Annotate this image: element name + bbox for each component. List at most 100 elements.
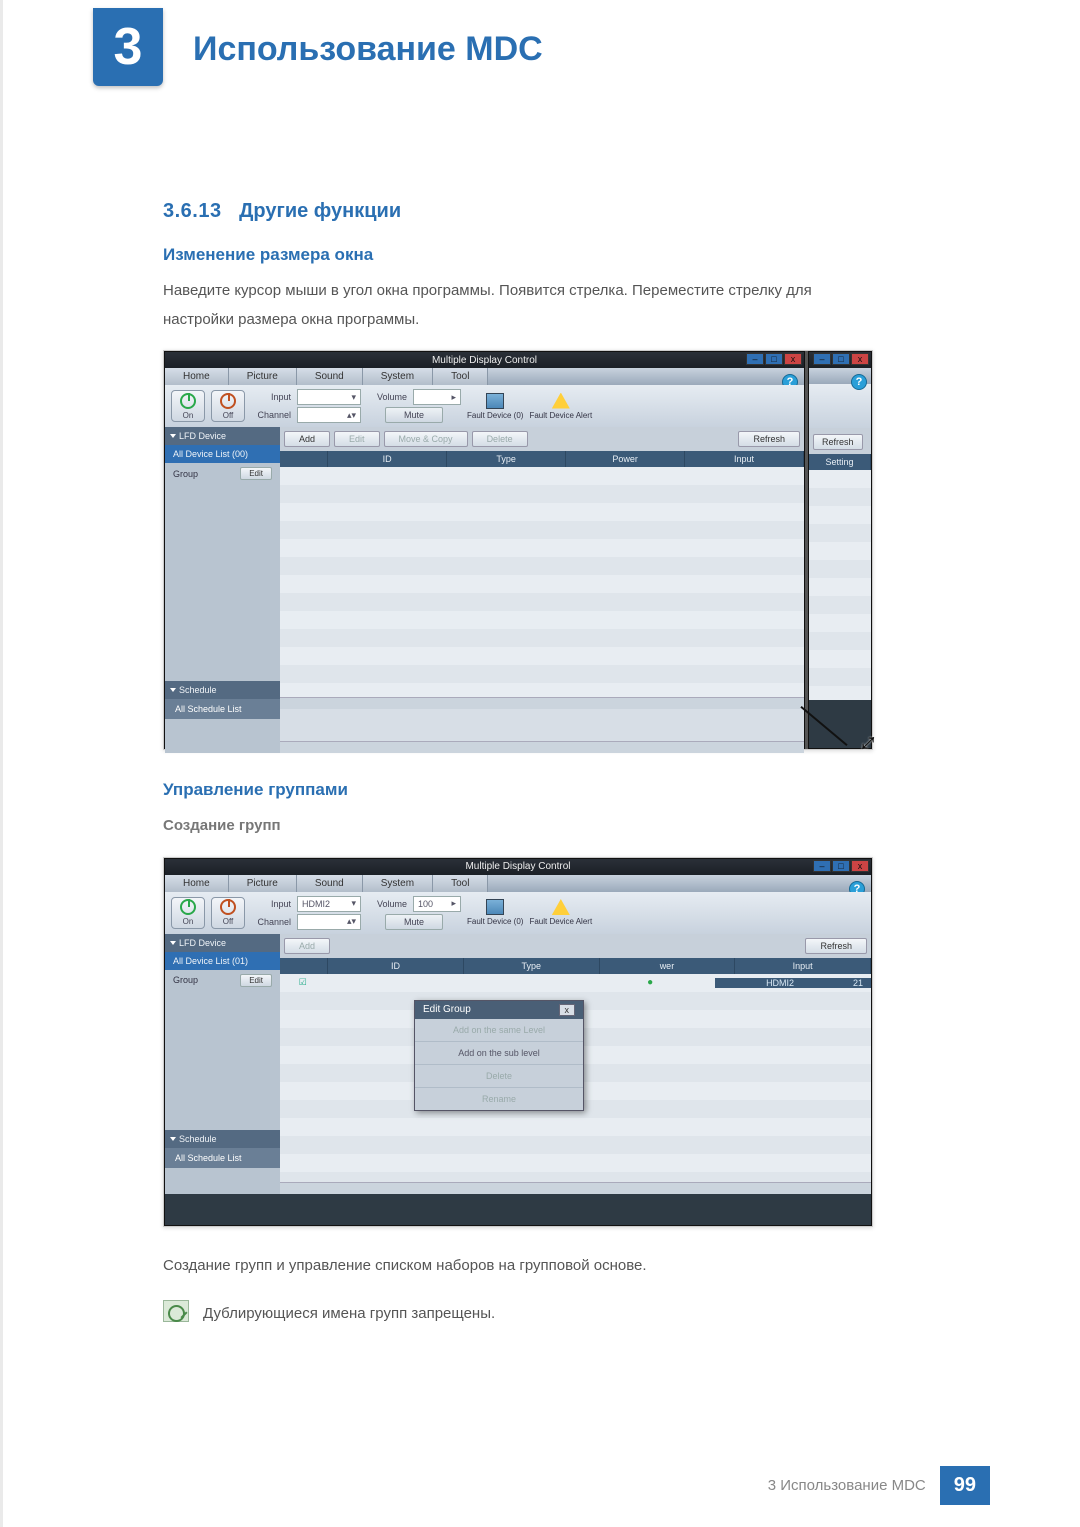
col-type: Type: [447, 451, 566, 467]
cell-power: ●: [585, 977, 715, 988]
app-window: Multiple Display Control – □ x Home Pict…: [164, 351, 805, 749]
chevron-right-icon: ▸: [451, 898, 456, 909]
edit-group-popup: Edit Group x Add on the same Level Add on…: [414, 1000, 584, 1111]
edit-button[interactable]: Edit: [334, 431, 380, 447]
power-on-button[interactable]: On: [171, 897, 205, 929]
tab-picture[interactable]: Picture: [229, 368, 297, 385]
add-button[interactable]: Add: [284, 938, 330, 954]
refresh-button[interactable]: Refresh: [738, 431, 800, 447]
channel-label: Channel: [251, 917, 291, 927]
volume-value: 100: [418, 899, 433, 909]
refresh-button[interactable]: Refresh: [813, 434, 863, 450]
grid-header: ID Type Power Input: [280, 451, 804, 467]
nav-group-label: Group: [173, 975, 198, 985]
nav-schedule[interactable]: Schedule: [165, 1130, 280, 1148]
tab-home[interactable]: Home: [165, 368, 229, 385]
nav-all-device-list[interactable]: All Device List (00): [165, 445, 280, 463]
col-input: Input: [735, 958, 871, 974]
input-dropdown[interactable]: HDMI2▾: [297, 896, 361, 912]
stepper-icon: ▴▾: [347, 410, 356, 421]
fault-device-label: Fault Device (0): [467, 411, 523, 420]
minimize-icon[interactable]: –: [746, 353, 764, 365]
secondary-window-sliver: –□x ? Refresh Setting: [808, 351, 872, 749]
power-off-button[interactable]: Off: [211, 897, 245, 929]
channel-dropdown[interactable]: ▴▾: [297, 914, 361, 930]
tab-sound[interactable]: Sound: [297, 875, 363, 892]
help-icon[interactable]: ?: [851, 374, 867, 390]
horizontal-scrollbar[interactable]: [280, 1182, 871, 1194]
refresh-button[interactable]: Refresh: [805, 938, 867, 954]
group-edit-button[interactable]: Edit: [240, 467, 272, 480]
tab-home[interactable]: Home: [165, 875, 229, 892]
note-text: Дублирующиеся имена групп запрещены.: [203, 1300, 495, 1329]
nav-lfd-device[interactable]: LFD Device: [165, 934, 280, 952]
checkbox-icon[interactable]: ☑: [280, 977, 325, 988]
app-titlebar: Multiple Display Control – □ x: [165, 352, 804, 368]
chapter-number-badge: 3: [93, 8, 163, 86]
tab-tool[interactable]: Tool: [433, 875, 488, 892]
move-copy-button[interactable]: Move & Copy: [384, 431, 468, 447]
group-edit-button[interactable]: Edit: [240, 974, 272, 987]
mute-button[interactable]: Mute: [385, 407, 443, 423]
grid-header: ID Type wer Input: [280, 958, 871, 974]
minimize-icon[interactable]: –: [813, 860, 831, 872]
grid-rows: [280, 467, 804, 697]
nav-schedule-label: Schedule: [179, 1134, 217, 1144]
mute-button[interactable]: Mute: [385, 914, 443, 930]
input-dropdown[interactable]: ▾: [297, 389, 361, 405]
chevron-right-icon: ▸: [451, 392, 456, 403]
tab-system[interactable]: System: [363, 368, 433, 385]
section-title: Другие функции: [239, 200, 401, 222]
menubar: Home Picture Sound System Tool: [165, 875, 871, 892]
popup-title: Edit Group: [423, 1004, 471, 1015]
power-off-button[interactable]: Off: [211, 390, 245, 422]
popup-close-button[interactable]: x: [559, 1004, 576, 1016]
page-number: 99: [940, 1466, 990, 1505]
nav-all-device-list[interactable]: All Device List (01): [165, 952, 280, 970]
tab-sound[interactable]: Sound: [297, 368, 363, 385]
power-on-label: On: [183, 411, 194, 420]
horizontal-scrollbar[interactable]: [280, 697, 804, 709]
menu-rename[interactable]: Rename: [415, 1088, 583, 1110]
page-footer: 3 Использование MDC 99: [768, 1466, 990, 1505]
minimize-icon[interactable]: –: [813, 353, 831, 365]
left-nav: LFD Device All Device List (01) Group Edi…: [165, 934, 280, 1194]
col-input: Input: [685, 451, 804, 467]
maximize-icon[interactable]: □: [832, 353, 850, 365]
nav-all-schedule-list[interactable]: All Schedule List: [165, 1148, 280, 1168]
channel-label: Channel: [251, 410, 291, 420]
add-button[interactable]: Add: [284, 431, 330, 447]
nav-all-schedule-list[interactable]: All Schedule List: [165, 699, 280, 719]
channel-dropdown[interactable]: ▴▾: [297, 407, 361, 423]
note-icon: [163, 1300, 189, 1322]
volume-field[interactable]: ▸: [413, 389, 461, 405]
delete-button[interactable]: Delete: [472, 431, 528, 447]
menu-add-sub-level[interactable]: Add on the sub level: [415, 1042, 583, 1065]
table-row[interactable]: ☑ ● HDMI2 21: [280, 974, 871, 992]
close-icon[interactable]: x: [784, 353, 802, 365]
tab-tool[interactable]: Tool: [433, 368, 488, 385]
volume-label: Volume: [367, 899, 407, 909]
groups-subheading: Создание групп: [163, 812, 873, 841]
volume-field[interactable]: 100 ▸: [413, 896, 461, 912]
tab-system[interactable]: System: [363, 875, 433, 892]
nav-schedule[interactable]: Schedule: [165, 681, 280, 699]
close-icon[interactable]: x: [851, 353, 869, 365]
fault-device-indicator: Fault Device (0): [467, 393, 523, 420]
main-pane: Add Edit Move & Copy Delete Refresh ID T: [280, 427, 804, 753]
menu-delete[interactable]: Delete: [415, 1065, 583, 1088]
nav-lfd-device[interactable]: LFD Device: [165, 427, 280, 445]
fault-alert-indicator: Fault Device Alert: [529, 899, 592, 926]
col-checkbox: [280, 958, 328, 974]
maximize-icon[interactable]: □: [765, 353, 783, 365]
horizontal-scrollbar[interactable]: [280, 741, 804, 753]
fault-device-indicator: Fault Device (0): [467, 899, 523, 926]
close-icon[interactable]: x: [851, 860, 869, 872]
note-block: Дублирующиеся имена групп запрещены.: [163, 1300, 873, 1329]
maximize-icon[interactable]: □: [832, 860, 850, 872]
power-on-button[interactable]: On: [171, 390, 205, 422]
tab-picture[interactable]: Picture: [229, 875, 297, 892]
menu-add-same-level[interactable]: Add on the same Level: [415, 1019, 583, 1042]
power-on-icon: [180, 393, 196, 409]
section-number: 3.6.13: [163, 200, 222, 222]
